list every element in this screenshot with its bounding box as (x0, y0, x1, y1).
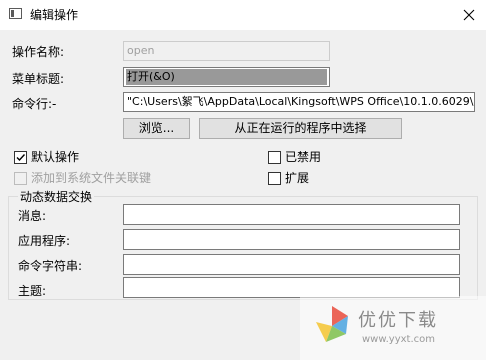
window-icon (9, 8, 22, 19)
close-icon[interactable] (463, 9, 475, 21)
add-to-system-label: 添加到系统文件关联键 (31, 171, 152, 185)
extended-label: 扩展 (285, 171, 310, 185)
window-title: 编辑操作 (30, 8, 79, 22)
menu-title-input[interactable]: 打开(&O) (123, 67, 330, 87)
dde-message-label: 消息: (18, 209, 47, 223)
dde-topic-label: 主题: (18, 284, 47, 298)
watermark-url: www.yyxt.com (362, 334, 436, 345)
command-label: 命令行:- (12, 97, 57, 111)
default-op-checkbox[interactable] (14, 151, 27, 164)
title-bar: 编辑操作 (0, 0, 486, 30)
dde-topic-input[interactable] (123, 277, 460, 298)
dde-group-title: 动态数据交换 (18, 189, 95, 205)
dde-message-input[interactable] (123, 204, 460, 225)
dde-command-string-label: 命令字符串: (18, 259, 83, 273)
browse-button[interactable]: 浏览... (123, 118, 190, 139)
watermark-text: 优优下载 (358, 310, 438, 331)
watermark: 优优下载 www.yyxt.com (300, 296, 486, 360)
disabled-checkbox[interactable] (268, 151, 281, 164)
op-name-field: open (123, 41, 330, 61)
dde-application-input[interactable] (123, 229, 460, 250)
disabled-label: 已禁用 (285, 150, 322, 164)
default-op-label: 默认操作 (31, 150, 80, 164)
close-button[interactable] (452, 0, 486, 30)
watermark-logo-icon (316, 306, 348, 342)
dde-application-label: 应用程序: (18, 234, 71, 248)
command-input[interactable]: "C:\Users\絮飞\AppData\Local\Kingsoft\WPS … (123, 92, 475, 112)
checkmark-icon (16, 154, 26, 162)
menu-title-selected-text: 打开(&O) (126, 69, 327, 85)
extended-checkbox[interactable] (268, 172, 281, 185)
choose-running-program-button[interactable]: 从正在运行的程序中选择 (199, 118, 402, 139)
dde-command-string-input[interactable] (123, 254, 460, 275)
op-name-label: 操作名称: (12, 45, 65, 59)
menu-title-label: 菜单标题: (12, 72, 65, 86)
add-to-system-checkbox (14, 172, 27, 185)
